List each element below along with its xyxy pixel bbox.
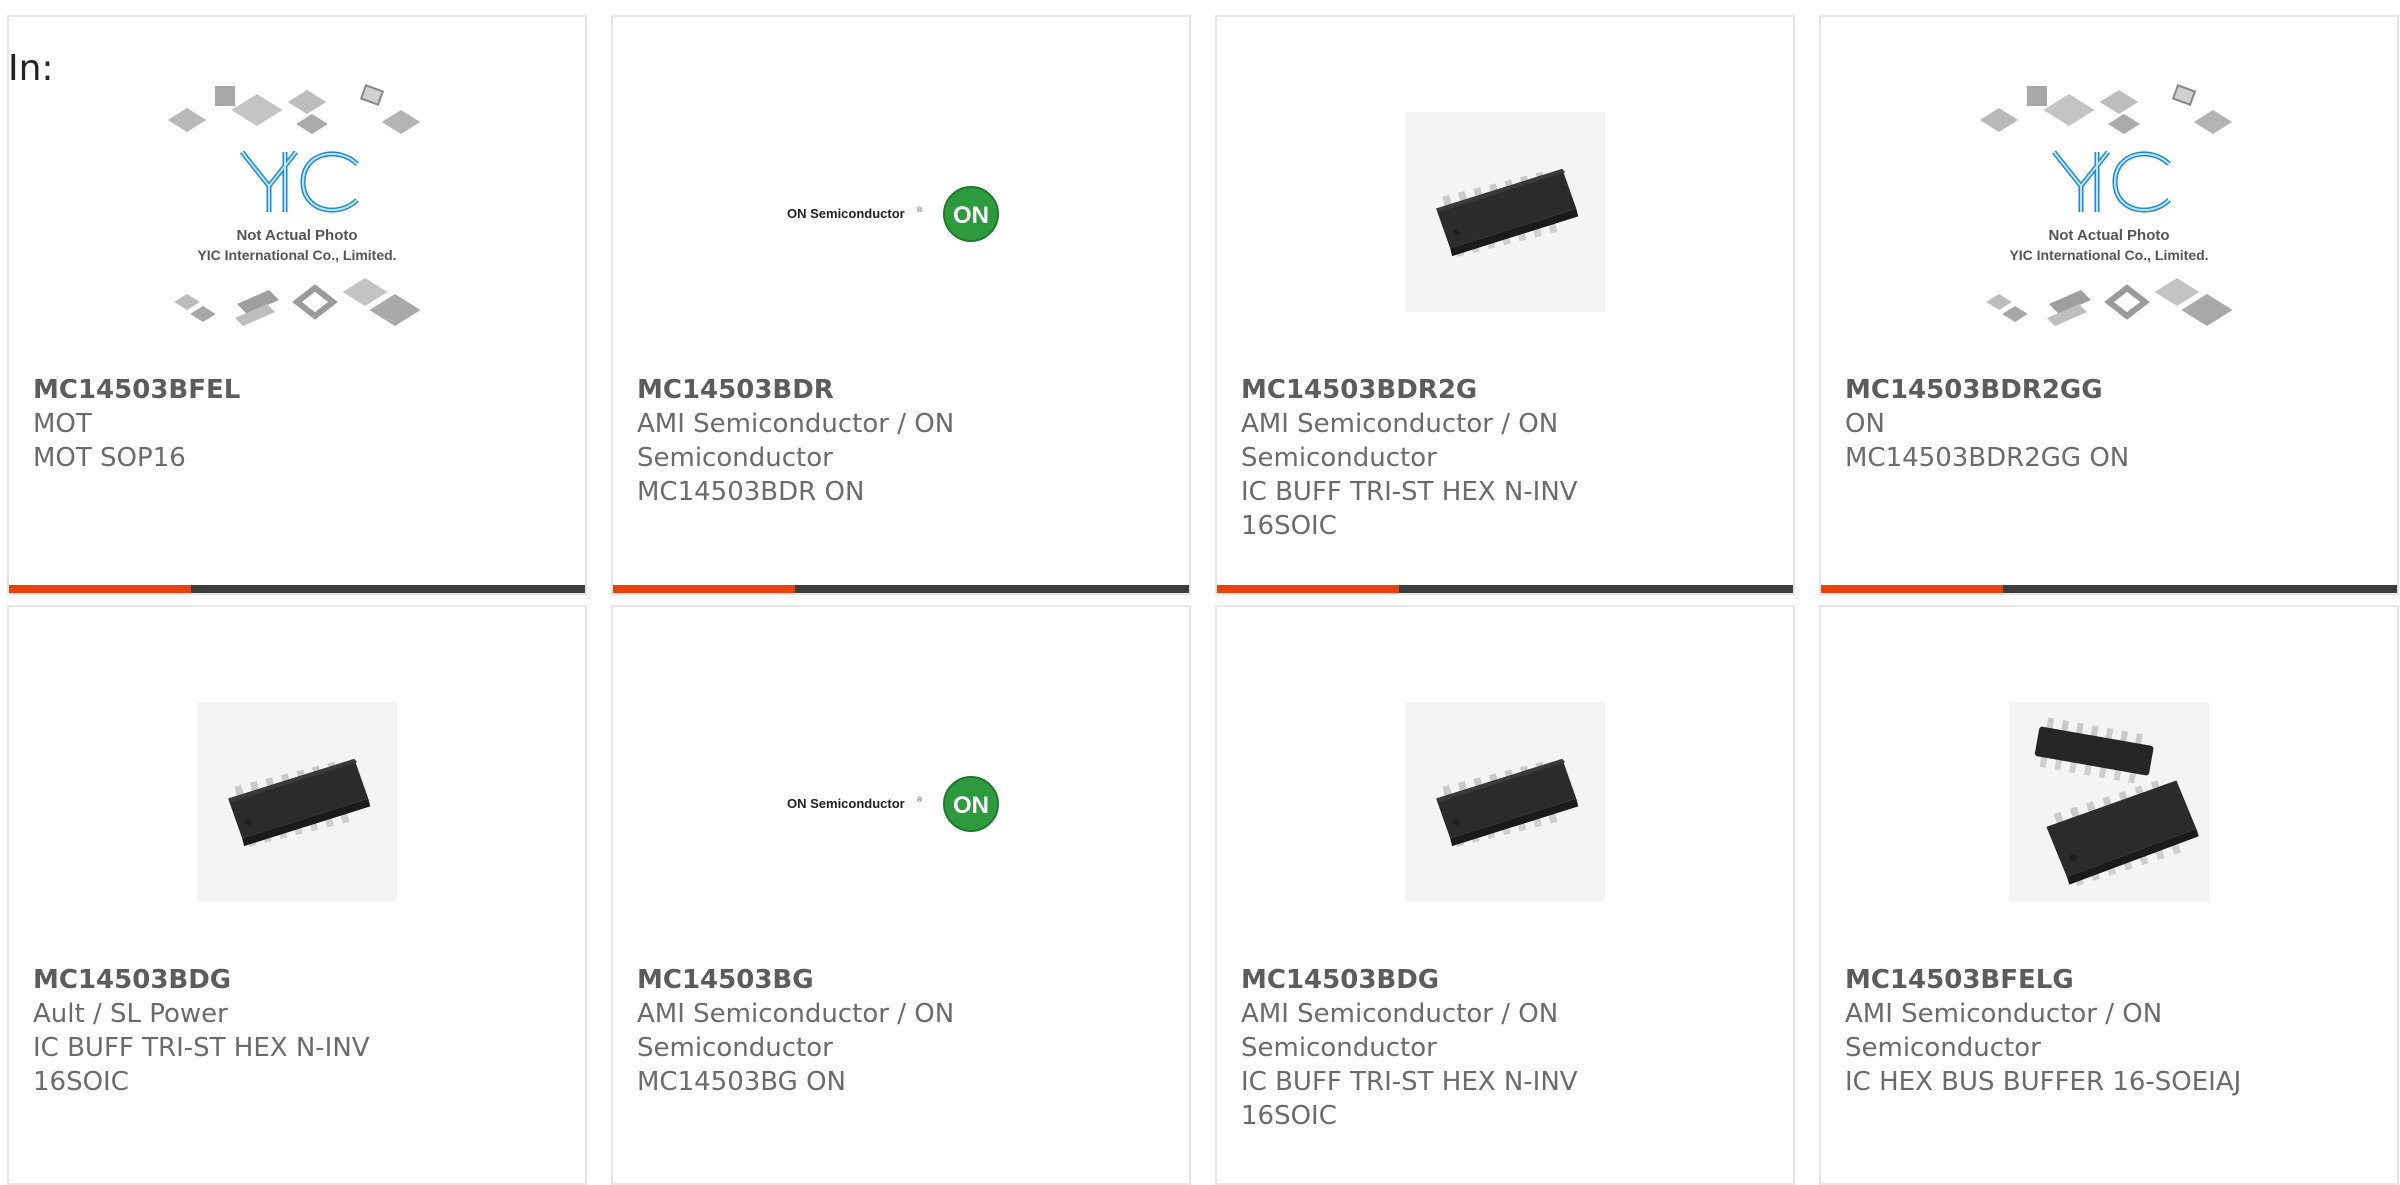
product-card[interactable]: Not Actual Photo YIC International Co., … — [1819, 15, 2399, 595]
svg-text:YIC International Co., Limited: YIC International Co., Limited. — [2009, 247, 2208, 263]
product-card[interactable]: ON Semiconductor ® ON MC14503BDR AMI Semi… — [611, 15, 1191, 595]
yic-placeholder-image[interactable]: Not Actual Photo YIC International Co., … — [9, 57, 585, 367]
product-info: MC14503BFEL MOT MOT SOP16 — [33, 373, 561, 475]
product-card[interactable]: MC14503BDR2G AMI Semiconductor / ON Semico… — [1215, 15, 1795, 595]
soic-chip-photo[interactable] — [1217, 647, 1793, 957]
svg-text:®: ® — [917, 206, 923, 214]
product-manufacturer: AMI Semiconductor / ON — [1845, 999, 2163, 1029]
product-manufacturer: MOT — [33, 409, 92, 439]
svg-text:Not Actual Photo: Not Actual Photo — [236, 227, 357, 244]
svg-text:Not Actual Photo: Not Actual Photo — [2048, 227, 2169, 244]
product-description-line: Semiconductor — [1241, 1033, 1437, 1063]
svg-text:YIC International Co., Limited: YIC International Co., Limited. — [197, 247, 396, 263]
soeiaj-chip-photo[interactable] — [1821, 647, 2397, 957]
product-part-number[interactable]: MC14503BFELG — [1845, 963, 2373, 997]
product-manufacturer: AMI Semiconductor / ON — [1241, 999, 1559, 1029]
svg-text:ON Semiconductor: ON Semiconductor — [787, 206, 905, 221]
product-manufacturer: AMI Semiconductor / ON — [1241, 409, 1559, 439]
product-part-number[interactable]: MC14503BDR — [637, 373, 1165, 407]
svg-text:®: ® — [917, 796, 923, 804]
product-card[interactable]: Not Actual Photo YIC International Co., … — [7, 15, 587, 595]
product-description-line: IC HEX BUS BUFFER 16-SOEIAJ — [1845, 1067, 2242, 1097]
product-description-line: MC14503BDR2GG ON — [1845, 443, 2130, 473]
product-manufacturer: Ault / SL Power — [33, 999, 228, 1029]
yic-placeholder-image[interactable]: Not Actual Photo YIC International Co., … — [1821, 57, 2397, 367]
product-info: MC14503BG AMI Semiconductor / ON Semicondu… — [637, 963, 1165, 1099]
svg-text:ON: ON — [953, 792, 989, 819]
product-part-number[interactable]: MC14503BDR2GG — [1845, 373, 2373, 407]
svg-text:ON Semiconductor: ON Semiconductor — [787, 796, 905, 811]
product-card[interactable]: MC14503BFELG AMI Semiconductor / ON Semico… — [1819, 605, 2399, 1185]
product-description-line: MOT SOP16 — [33, 443, 186, 473]
product-info: MC14503BDR2G AMI Semiconductor / ON Semico… — [1241, 373, 1769, 543]
product-part-number[interactable]: MC14503BDR2G — [1241, 373, 1769, 407]
card-accent-bar — [613, 585, 1189, 593]
product-part-number[interactable]: MC14503BFEL — [33, 373, 561, 407]
product-description-line: Semiconductor — [1845, 1033, 2041, 1063]
product-info: MC14503BDG AMI Semiconductor / ON Semicond… — [1241, 963, 1769, 1133]
product-card[interactable]: MC14503BDG Ault / SL Power IC BUFF TRI-ST … — [7, 605, 587, 1185]
product-description-line: Semiconductor — [637, 443, 833, 473]
product-manufacturer: ON — [1845, 409, 1885, 439]
card-accent-bar — [1821, 585, 2397, 593]
product-info: MC14503BDG Ault / SL Power IC BUFF TRI-ST … — [33, 963, 561, 1099]
product-card[interactable]: MC14503BDG AMI Semiconductor / ON Semicond… — [1215, 605, 1795, 1185]
card-accent-bar — [1217, 585, 1793, 593]
product-description-line: Semiconductor — [637, 1033, 833, 1063]
soic-chip-photo[interactable] — [1217, 57, 1793, 367]
product-description-line: IC BUFF TRI-ST HEX N-INV — [33, 1033, 370, 1063]
filter-prefix-label: In: — [8, 48, 54, 89]
product-description-line: IC BUFF TRI-ST HEX N-INV — [1241, 1067, 1578, 1097]
product-manufacturer: AMI Semiconductor / ON — [637, 999, 955, 1029]
product-description-line: 16SOIC — [1241, 511, 1337, 541]
product-part-number[interactable]: MC14503BDG — [1241, 963, 1769, 997]
product-manufacturer: AMI Semiconductor / ON — [637, 409, 955, 439]
product-info: MC14503BDR AMI Semiconductor / ON Semicond… — [637, 373, 1165, 509]
product-description-line: Semiconductor — [1241, 443, 1437, 473]
svg-text:ON: ON — [953, 202, 989, 229]
product-card[interactable]: ON Semiconductor ® ON MC14503BG AMI Semic… — [611, 605, 1191, 1185]
product-info: MC14503BDR2GG ON MC14503BDR2GG ON — [1845, 373, 2373, 475]
product-description-line: MC14503BDR ON — [637, 477, 865, 507]
product-grid: Not Actual Photo YIC International Co., … — [0, 0, 2400, 1185]
on-semiconductor-logo[interactable]: ON Semiconductor ® ON — [613, 57, 1189, 367]
product-info: MC14503BFELG AMI Semiconductor / ON Semico… — [1845, 963, 2373, 1099]
card-accent-bar — [9, 585, 585, 593]
product-description-line: IC BUFF TRI-ST HEX N-INV — [1241, 477, 1578, 507]
product-part-number[interactable]: MC14503BG — [637, 963, 1165, 997]
on-semiconductor-logo[interactable]: ON Semiconductor ® ON — [613, 647, 1189, 957]
product-description-line: 16SOIC — [33, 1067, 129, 1097]
product-description-line: 16SOIC — [1241, 1101, 1337, 1131]
product-part-number[interactable]: MC14503BDG — [33, 963, 561, 997]
soic-chip-photo[interactable] — [9, 647, 585, 957]
product-description-line: MC14503BG ON — [637, 1067, 847, 1097]
